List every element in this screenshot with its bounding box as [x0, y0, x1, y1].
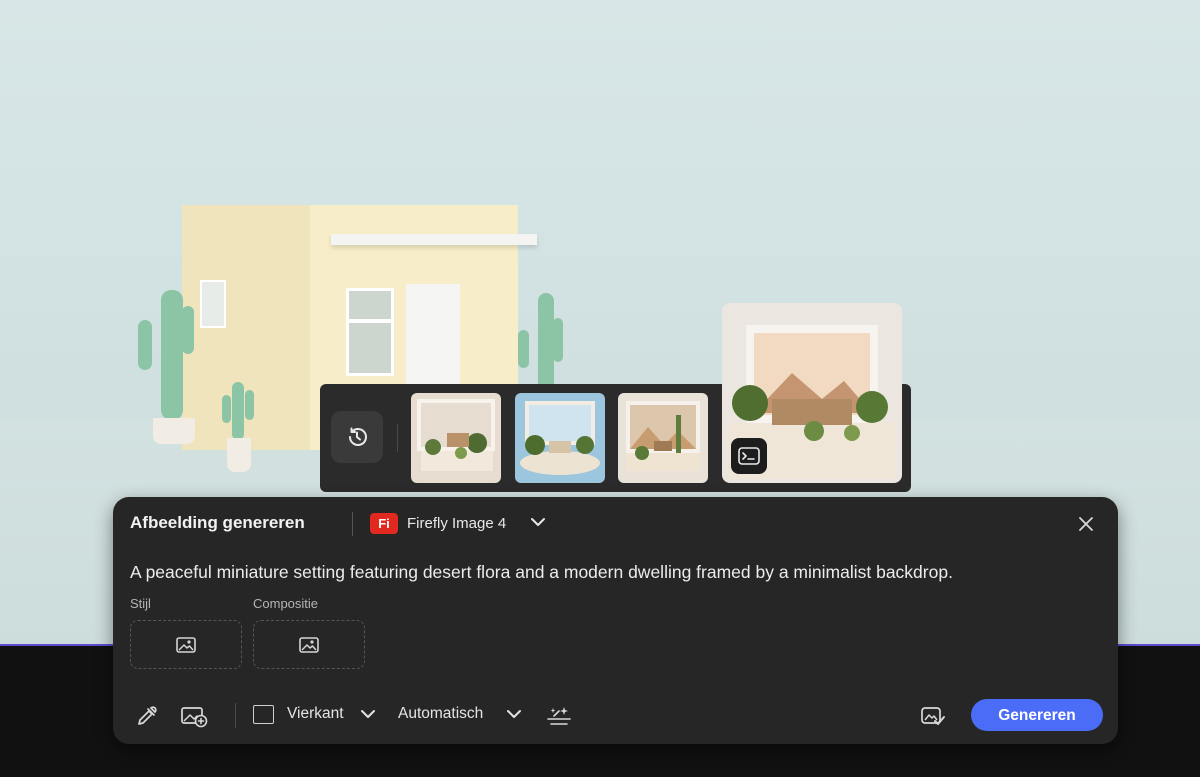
cactus-arm	[553, 318, 563, 362]
panel-title: Afbeelding genereren	[130, 513, 305, 532]
image-icon	[299, 636, 319, 653]
history-button[interactable]	[331, 411, 383, 463]
cactus-arm	[138, 320, 152, 370]
title-divider	[352, 512, 353, 536]
style-label: Stijl	[130, 596, 151, 611]
content-type-dropdown[interactable]: Automatisch	[398, 705, 483, 723]
content-credentials-icon	[921, 707, 945, 725]
image-add-icon	[181, 707, 208, 728]
strip-divider	[397, 424, 398, 452]
chevron-down-icon[interactable]	[530, 516, 546, 528]
effects-button[interactable]	[545, 702, 573, 730]
toolbar-divider	[235, 703, 236, 728]
composition-reference-dropzone[interactable]	[253, 620, 365, 669]
history-thumbnail[interactable]	[515, 393, 605, 483]
cactus-arm	[222, 395, 231, 423]
cactus-arm	[245, 390, 254, 420]
cactus	[161, 290, 183, 420]
cactus-arm	[518, 330, 529, 368]
eyedropper-button[interactable]	[133, 702, 161, 730]
aspect-ratio-icon[interactable]	[253, 705, 274, 724]
style-reference-dropzone[interactable]	[130, 620, 242, 669]
cactus	[232, 382, 244, 440]
chevron-down-icon[interactable]	[506, 708, 522, 720]
cactus-arm	[182, 306, 194, 354]
composition-label: Compositie	[253, 596, 319, 611]
content-credentials-button[interactable]	[919, 702, 947, 730]
image-icon	[176, 636, 196, 653]
house-front-window	[346, 288, 394, 376]
prompt-button[interactable]	[731, 438, 767, 474]
cactus	[538, 293, 554, 393]
aspect-ratio-dropdown[interactable]: Vierkant	[287, 705, 344, 723]
chevron-down-icon[interactable]	[360, 708, 376, 720]
prompt-icon	[738, 447, 760, 465]
prompt-input[interactable]: A peaceful miniature setting featuring d…	[130, 562, 953, 583]
close-icon	[1079, 517, 1093, 531]
history-thumbnail[interactable]	[618, 393, 708, 483]
model-selector[interactable]: Firefly Image 4	[407, 515, 506, 532]
firefly-badge[interactable]: Fi	[370, 513, 398, 534]
history-icon	[349, 427, 367, 446]
plant-pot	[153, 418, 195, 444]
history-thumbnail[interactable]	[411, 393, 501, 483]
house-side-window	[200, 280, 226, 328]
add-image-button[interactable]	[180, 702, 208, 730]
effects-icon	[547, 707, 571, 725]
plant-pot	[227, 438, 251, 472]
eyedropper-icon	[138, 706, 157, 725]
close-button[interactable]	[1074, 512, 1098, 536]
house-awning	[331, 234, 537, 245]
generate-button[interactable]: Genereren	[971, 699, 1103, 731]
